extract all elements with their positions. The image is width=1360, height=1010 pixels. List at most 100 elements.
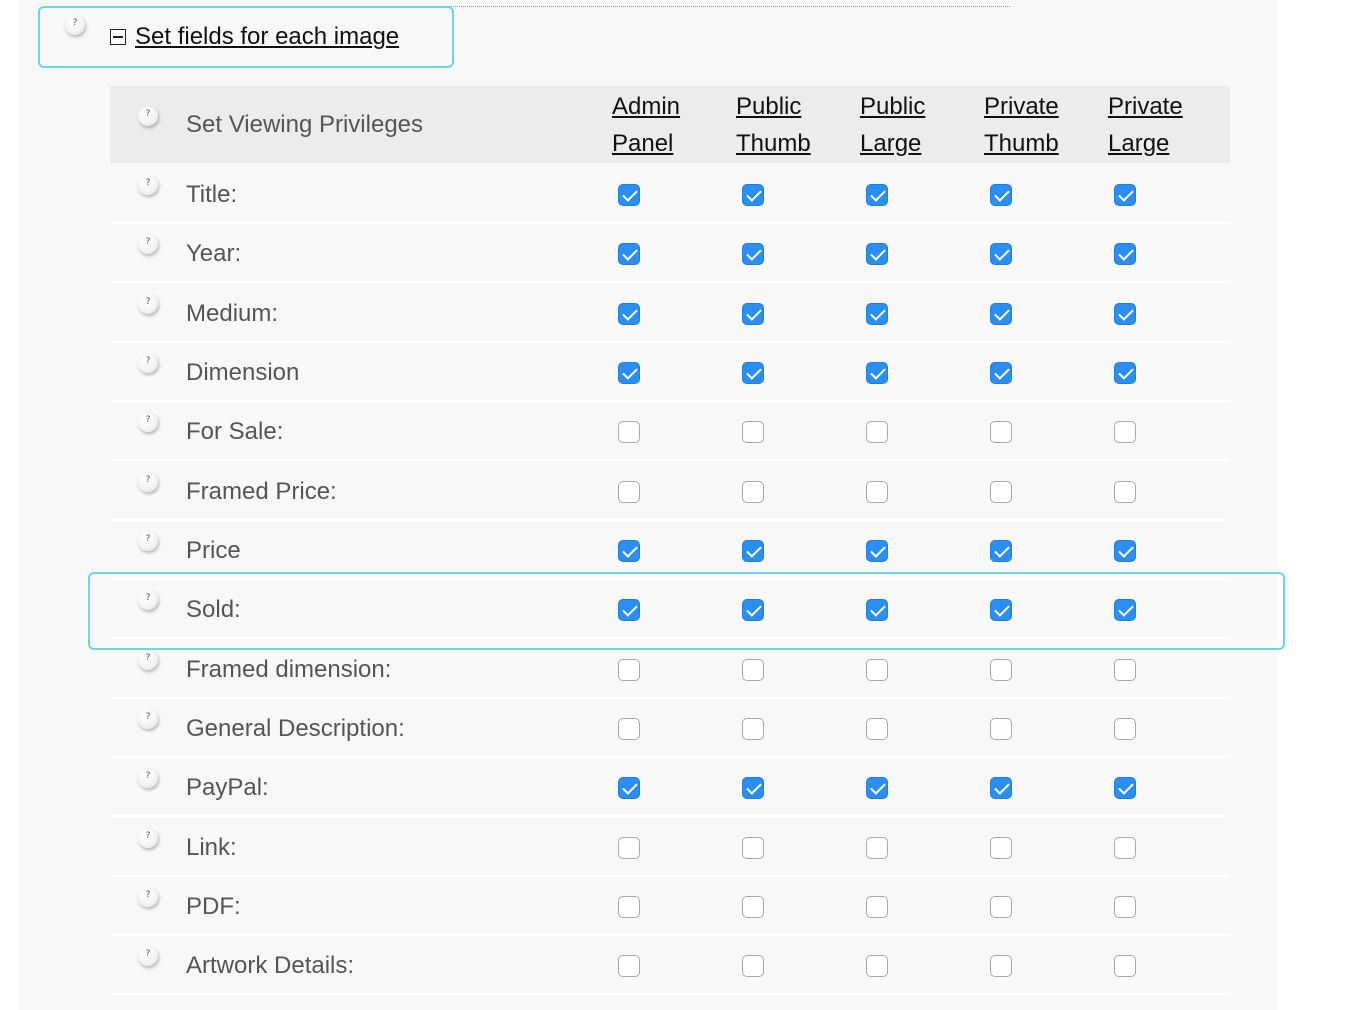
- checkbox-checked[interactable]: [990, 184, 1012, 206]
- checkbox-unchecked[interactable]: [866, 481, 888, 503]
- checkbox-checked[interactable]: [990, 303, 1012, 325]
- help-icon[interactable]: [138, 472, 158, 492]
- checkbox-unchecked[interactable]: [866, 955, 888, 977]
- checkbox-unchecked[interactable]: [990, 837, 1012, 859]
- checkbox-unchecked[interactable]: [1114, 896, 1136, 918]
- section-toggle-link[interactable]: Set fields for each image: [135, 23, 399, 51]
- checkbox-unchecked[interactable]: [742, 659, 764, 681]
- help-icon[interactable]: [138, 531, 158, 551]
- checkbox-checked[interactable]: [866, 184, 888, 206]
- checkbox-checked[interactable]: [618, 540, 640, 562]
- checkbox-unchecked[interactable]: [866, 421, 888, 443]
- checkbox-checked[interactable]: [866, 243, 888, 265]
- help-icon[interactable]: [138, 828, 158, 848]
- help-icon[interactable]: [138, 709, 158, 729]
- help-icon[interactable]: [138, 353, 158, 373]
- column-header-private-thumb[interactable]: Private Thumb: [984, 88, 1059, 162]
- checkbox-unchecked[interactable]: [742, 718, 764, 740]
- field-label: Year:: [186, 240, 242, 267]
- checkbox-unchecked[interactable]: [1114, 955, 1136, 977]
- checkbox-unchecked[interactable]: [990, 421, 1012, 443]
- checkbox-unchecked[interactable]: [618, 837, 640, 859]
- checkbox-checked[interactable]: [1114, 599, 1136, 621]
- column-header-public-large[interactable]: Public Large: [860, 88, 925, 162]
- checkbox-unchecked[interactable]: [742, 955, 764, 977]
- column-header-admin-panel[interactable]: Admin Panel: [612, 88, 680, 162]
- help-icon[interactable]: [138, 412, 158, 432]
- checkbox-unchecked[interactable]: [990, 659, 1012, 681]
- checkbox-checked[interactable]: [1114, 243, 1136, 265]
- checkbox-unchecked[interactable]: [866, 659, 888, 681]
- help-icon[interactable]: [138, 106, 158, 126]
- checkbox-unchecked[interactable]: [618, 718, 640, 740]
- checkbox-unchecked[interactable]: [990, 718, 1012, 740]
- checkbox-unchecked[interactable]: [1114, 481, 1136, 503]
- help-icon[interactable]: [138, 234, 158, 254]
- checkbox-unchecked[interactable]: [742, 421, 764, 443]
- checkbox-unchecked[interactable]: [990, 896, 1012, 918]
- checkbox-checked[interactable]: [618, 243, 640, 265]
- row-divider: [110, 934, 1230, 936]
- checkbox-unchecked[interactable]: [1114, 718, 1136, 740]
- checkbox-checked[interactable]: [1114, 303, 1136, 325]
- checkbox-checked[interactable]: [742, 777, 764, 799]
- checkbox-checked[interactable]: [866, 540, 888, 562]
- checkbox-unchecked[interactable]: [1114, 659, 1136, 681]
- checkbox-checked[interactable]: [742, 540, 764, 562]
- checkbox-checked[interactable]: [990, 540, 1012, 562]
- column-header-public-thumb[interactable]: Public Thumb: [736, 88, 811, 162]
- column-header-line: Thumb: [984, 130, 1059, 157]
- checkbox-checked[interactable]: [618, 362, 640, 384]
- help-icon[interactable]: [138, 590, 158, 610]
- checkbox-unchecked[interactable]: [618, 481, 640, 503]
- checkbox-checked[interactable]: [618, 303, 640, 325]
- checkbox-unchecked[interactable]: [990, 481, 1012, 503]
- checkbox-checked[interactable]: [866, 777, 888, 799]
- checkbox-unchecked[interactable]: [1114, 421, 1136, 443]
- checkbox-checked[interactable]: [618, 599, 640, 621]
- checkbox-checked[interactable]: [990, 362, 1012, 384]
- checkbox-checked[interactable]: [618, 184, 640, 206]
- help-icon[interactable]: [65, 15, 85, 35]
- checkbox-checked[interactable]: [1114, 184, 1136, 206]
- checkbox-unchecked[interactable]: [618, 955, 640, 977]
- checkbox-unchecked[interactable]: [866, 837, 888, 859]
- checkbox-unchecked[interactable]: [618, 421, 640, 443]
- checkbox-checked[interactable]: [742, 599, 764, 621]
- checkbox-checked[interactable]: [618, 777, 640, 799]
- row-divider: [110, 341, 1230, 343]
- checkbox-unchecked[interactable]: [618, 659, 640, 681]
- checkbox-unchecked[interactable]: [866, 896, 888, 918]
- checkbox-unchecked[interactable]: [742, 481, 764, 503]
- checkbox-checked[interactable]: [866, 303, 888, 325]
- help-icon[interactable]: [138, 294, 158, 314]
- checkbox-checked[interactable]: [1114, 777, 1136, 799]
- checkbox-checked[interactable]: [742, 303, 764, 325]
- help-icon[interactable]: [138, 887, 158, 907]
- checkbox-checked[interactable]: [866, 599, 888, 621]
- checkbox-checked[interactable]: [990, 243, 1012, 265]
- help-icon[interactable]: [138, 175, 158, 195]
- column-header-private-large[interactable]: Private Large: [1108, 88, 1183, 162]
- column-header-line: Public: [736, 93, 802, 120]
- checkbox-unchecked[interactable]: [742, 837, 764, 859]
- checkbox-checked[interactable]: [990, 777, 1012, 799]
- checkbox-unchecked[interactable]: [990, 955, 1012, 977]
- checkbox-checked[interactable]: [1114, 362, 1136, 384]
- help-icon[interactable]: [138, 650, 158, 670]
- checkbox-checked[interactable]: [1114, 540, 1136, 562]
- minus-square-icon[interactable]: [110, 29, 126, 45]
- checkbox-unchecked[interactable]: [866, 718, 888, 740]
- checkbox-unchecked[interactable]: [742, 896, 764, 918]
- help-icon[interactable]: [138, 946, 158, 966]
- row-divider: [110, 637, 1230, 639]
- checkbox-unchecked[interactable]: [618, 896, 640, 918]
- checkbox-checked[interactable]: [990, 599, 1012, 621]
- checkbox-checked[interactable]: [742, 362, 764, 384]
- field-label: Sold:: [186, 596, 241, 623]
- checkbox-checked[interactable]: [742, 243, 764, 265]
- help-icon[interactable]: [138, 768, 158, 788]
- checkbox-unchecked[interactable]: [1114, 837, 1136, 859]
- checkbox-checked[interactable]: [742, 184, 764, 206]
- checkbox-checked[interactable]: [866, 362, 888, 384]
